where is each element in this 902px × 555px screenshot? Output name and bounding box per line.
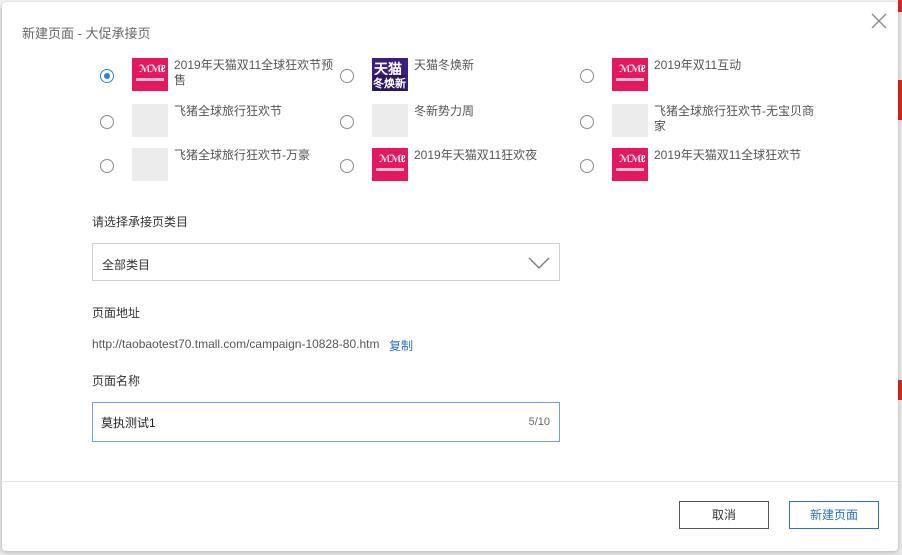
new-page-dialog: 新建页面 - 大促承接页 ℳℳℓ 2019年天猫双11全球狂欢节预售 天猫 冬焕… <box>2 2 898 551</box>
template-label: 天猫冬焕新 <box>414 58 475 72</box>
radio-button[interactable] <box>580 69 594 83</box>
radio-button[interactable] <box>580 115 594 129</box>
page-name-label: 页面名称 <box>92 374 141 388</box>
template-thumbnail: ℳℳℓ <box>612 148 648 181</box>
template-label: 飞猪全球旅行狂欢节 <box>174 104 283 118</box>
chevron-down-icon <box>528 256 550 274</box>
footer-divider <box>2 481 898 482</box>
template-thumbnail: 天猫 冬焕新 <box>372 58 408 91</box>
thumbnail-text: 冬焕新 <box>373 75 406 91</box>
page-address-url: http://taobaotest70.tmall.com/campaign-1… <box>92 337 380 351</box>
template-thumbnail: ℳℳℓ <box>132 58 168 91</box>
radio-button[interactable] <box>100 115 114 129</box>
page-name-input[interactable] <box>101 412 501 432</box>
radio-button[interactable] <box>580 159 594 173</box>
radio-button[interactable] <box>100 159 114 173</box>
template-option[interactable]: 天猫 冬焕新 天猫冬焕新 <box>340 58 570 96</box>
template-option[interactable]: ℳℳℓ 2019年天猫双11狂欢夜 <box>340 148 570 186</box>
dialog-title: 新建页面 - 大促承接页 <box>22 26 151 41</box>
template-label: 2019年双11互动 <box>654 58 742 72</box>
template-option[interactable]: 飞猪全球旅行狂欢节-万豪 <box>100 148 330 186</box>
template-thumbnail <box>132 104 168 137</box>
template-option[interactable]: ℳℳℓ 2019年天猫双11全球狂欢节 <box>580 148 810 186</box>
template-thumbnail: ℳℳℓ <box>612 58 648 91</box>
radio-button[interactable] <box>340 115 354 129</box>
cancel-button[interactable]: 取消 <box>679 501 769 529</box>
template-label: 飞猪全球旅行狂欢节-无宝贝商家 <box>654 104 814 133</box>
background-accent <box>898 80 902 120</box>
background-accent <box>898 0 902 12</box>
category-value: 全部类目 <box>102 258 151 272</box>
page-name-field[interactable]: 5/10 <box>92 402 560 442</box>
template-option[interactable]: 冬新势力周 <box>340 104 570 142</box>
close-icon[interactable] <box>870 12 888 30</box>
radio-button[interactable] <box>100 69 114 83</box>
template-option[interactable]: 飞猪全球旅行狂欢节 <box>100 104 330 142</box>
category-label: 请选择承接页类目 <box>92 215 189 229</box>
template-thumbnail <box>132 148 168 181</box>
background-accent <box>898 380 902 400</box>
template-option[interactable]: ℳℳℓ 2019年双11互动 <box>580 58 810 96</box>
template-thumbnail: ℳℳℓ <box>372 148 408 181</box>
template-option[interactable]: 飞猪全球旅行狂欢节-无宝贝商家 <box>580 104 814 142</box>
template-label: 2019年天猫双11全球狂欢节 <box>654 148 802 162</box>
char-counter: 5/10 <box>528 416 550 428</box>
template-label: 冬新势力周 <box>414 104 475 118</box>
template-thumbnail <box>612 104 648 137</box>
background-right-edge <box>898 0 902 555</box>
create-page-button[interactable]: 新建页面 <box>789 501 879 529</box>
radio-button[interactable] <box>340 69 354 83</box>
template-thumbnail <box>372 104 408 137</box>
template-option[interactable]: ℳℳℓ 2019年天猫双11全球狂欢节预售 <box>100 58 333 96</box>
category-select[interactable]: 全部类目 <box>92 243 560 281</box>
radio-button[interactable] <box>340 159 354 173</box>
copy-link[interactable]: 复制 <box>389 337 413 354</box>
template-label: 2019年天猫双11全球狂欢节预售 <box>174 58 334 87</box>
page-address-label: 页面地址 <box>92 306 141 320</box>
template-label: 飞猪全球旅行狂欢节-万豪 <box>174 148 310 162</box>
template-label: 2019年天猫双11狂欢夜 <box>414 148 538 162</box>
